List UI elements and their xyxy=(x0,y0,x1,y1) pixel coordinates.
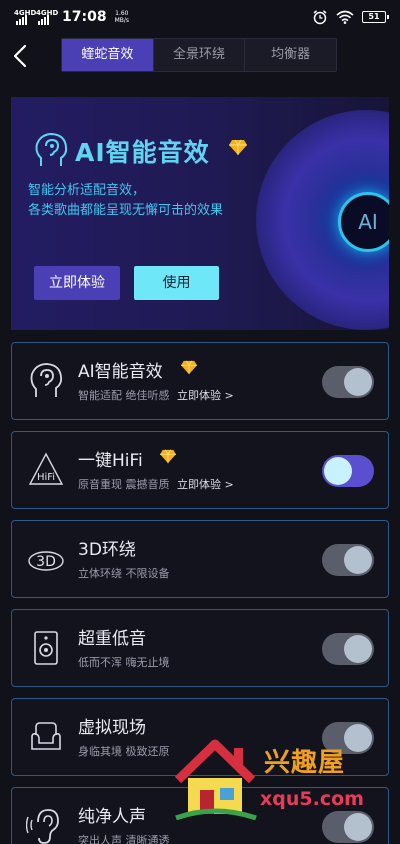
speed-value: 1.60 xyxy=(115,10,129,17)
try-now-link[interactable]: 立即体验 > xyxy=(177,389,234,402)
3d-icon: 3D xyxy=(28,551,64,571)
tab-surround[interactable]: 全景环绕 xyxy=(154,39,246,71)
toggle-knob xyxy=(324,457,352,485)
ear-icon xyxy=(26,809,59,844)
try-now-link[interactable]: 立即体验 > xyxy=(177,478,234,491)
tab-viper-effects[interactable]: 蝰蛇音效 xyxy=(62,39,154,71)
effect-card-ai[interactable]: AI智能音效 智能适配 绝佳听感 立即体验 > xyxy=(11,342,389,420)
banner-desc-line2: 各类歌曲都能呈现无懈可击的效果 xyxy=(28,203,224,218)
banner-description: 智能分析适配音效， 各类歌曲都能呈现无懈可击的效果 xyxy=(28,181,223,221)
house-logo-icon xyxy=(174,739,257,820)
toggle-switch[interactable] xyxy=(322,544,374,576)
sofa-icon xyxy=(31,722,61,750)
vip-diamond-icon xyxy=(181,360,197,375)
vip-diamond-icon xyxy=(160,449,176,464)
ai-head-icon xyxy=(35,132,68,166)
watermark-url: xqu5.com xyxy=(260,788,364,810)
banner-desc-line1: 智能分析适配音效， xyxy=(28,183,146,198)
toggle-knob xyxy=(344,546,372,574)
3d-icon-label: 3D xyxy=(36,554,56,570)
toggle-knob xyxy=(344,635,372,663)
card-subtitle: 原音重现 震撼音质 立即体验 > xyxy=(78,476,234,492)
effect-card-hifi[interactable]: HiFi 一键HiFi 原音重现 震撼音质 立即体验 > xyxy=(11,431,389,509)
card-title: 超重低音 xyxy=(78,629,146,649)
signal-icon-sim2: 4GHD xyxy=(36,9,58,25)
toggle-knob xyxy=(344,368,372,396)
speed-unit: MB/s xyxy=(114,17,130,24)
card-subtitle: 低而不浑 嗨无止境 xyxy=(78,654,170,670)
card-subtitle: 身临其境 极致还原 xyxy=(78,743,170,759)
status-time: 17:08 xyxy=(62,9,107,25)
status-bar: 4GHD 4GHD 17:08 1.60 MB/s 51 xyxy=(0,0,400,34)
signal-icon-sim1: 4GHD xyxy=(14,9,36,25)
card-subtitle: 立体环绕 不限设备 xyxy=(78,565,170,581)
card-subtitle-text: 低而不浑 嗨无止境 xyxy=(78,656,170,669)
card-subtitle-text: 身临其境 极致还原 xyxy=(78,745,170,758)
effect-card-bass[interactable]: 超重低音 低而不浑 嗨无止境 xyxy=(11,609,389,687)
battery-icon: 51 xyxy=(362,11,389,23)
toggle-switch[interactable] xyxy=(322,455,374,487)
sound-effect-tabs: 蝰蛇音效 全景环绕 均衡器 xyxy=(61,38,337,72)
card-title: 虚拟现场 xyxy=(78,718,146,738)
vip-diamond-icon xyxy=(229,139,247,155)
banner-title: AI智能音效 xyxy=(75,138,210,167)
card-title: 纯净人声 xyxy=(78,807,146,827)
tab-equalizer[interactable]: 均衡器 xyxy=(245,39,336,71)
back-icon[interactable] xyxy=(8,42,36,70)
wifi-icon xyxy=(336,10,354,24)
ai-head-icon xyxy=(30,363,63,397)
speaker-icon xyxy=(34,631,58,665)
alarm-icon xyxy=(313,10,327,25)
toggle-switch[interactable] xyxy=(322,633,374,665)
card-subtitle-text: 原音重现 震撼音质 xyxy=(78,478,170,491)
card-subtitle: 突出人声 清晰通透 xyxy=(78,832,170,844)
hifi-icon-label: HiFi xyxy=(37,472,55,483)
use-button[interactable]: 使用 xyxy=(134,266,219,300)
card-title: 3D环绕 xyxy=(78,540,136,560)
card-subtitle: 智能适配 绝佳听感 立即体验 > xyxy=(78,387,234,403)
hifi-icon: HiFi xyxy=(28,452,64,485)
ai-disc-label: AI xyxy=(358,210,378,234)
card-subtitle-text: 立体环绕 不限设备 xyxy=(78,567,170,580)
card-title: 一键HiFi xyxy=(78,451,143,471)
network-speed: 1.60 MB/s xyxy=(115,10,129,24)
try-now-button[interactable]: 立即体验 xyxy=(34,266,120,300)
top-nav: 蝰蛇音效 全景环绕 均衡器 xyxy=(0,38,400,74)
status-left: 4GHD 4GHD 17:08 1.60 MB/s xyxy=(14,9,129,25)
card-subtitle-text: 智能适配 绝佳听感 xyxy=(78,389,170,402)
watermark: 兴趣屋 xqu5.com xyxy=(172,738,372,820)
watermark-name: 兴趣屋 xyxy=(264,748,346,778)
ai-effect-banner: AI AI智能音效 智能分析适配音效， 各类歌曲都能呈现无懈可击的效果 立即体验… xyxy=(11,97,389,330)
card-title: AI智能音效 xyxy=(78,362,163,382)
card-subtitle-text: 突出人声 清晰通透 xyxy=(78,834,170,844)
status-right: 51 xyxy=(312,9,389,25)
toggle-switch[interactable] xyxy=(322,366,374,398)
effect-card-3d[interactable]: 3D 3D环绕 立体环绕 不限设备 xyxy=(11,520,389,598)
